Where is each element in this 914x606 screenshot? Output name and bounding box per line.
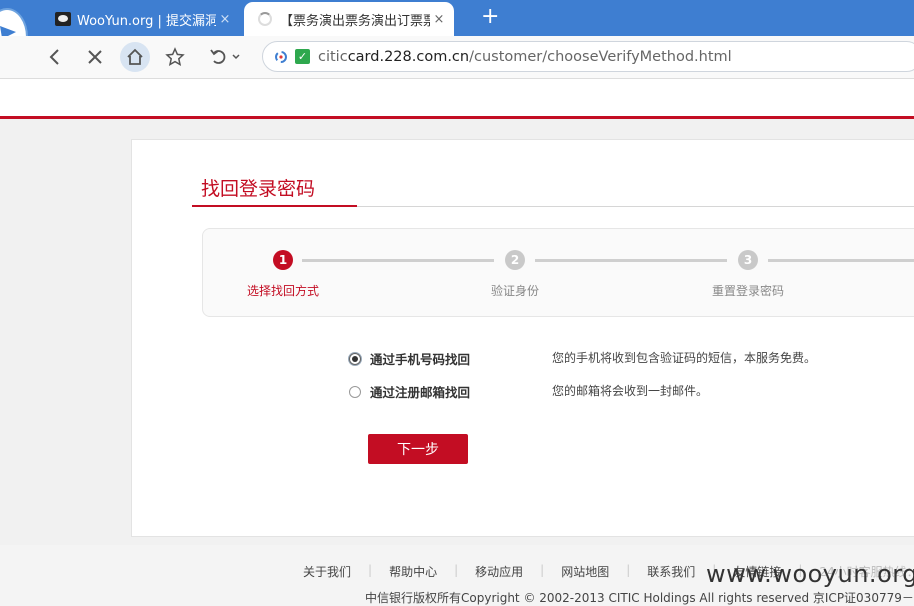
tab-close-icon[interactable]: × (430, 12, 448, 27)
step-connector (768, 259, 914, 262)
watermark-text: www.wooyun.org (706, 560, 914, 588)
security-check-icon: ✓ (295, 49, 310, 64)
option-email-label[interactable]: 通过注册邮箱找回 (370, 382, 470, 401)
option-phone-label[interactable]: 通过手机号码找回 (370, 349, 470, 368)
undo-close-button[interactable] (206, 42, 246, 72)
footer-link-sitemap[interactable]: 网站地图 (561, 563, 609, 580)
back-button[interactable] (40, 42, 70, 72)
tab-wooyun[interactable]: WooYun.org | 提交漏洞 × (45, 2, 240, 36)
undo-icon (210, 49, 240, 64)
option-phone-desc: 您的手机将收到包含验证码的短信，本服务免费。 (552, 351, 817, 365)
home-button[interactable] (120, 42, 150, 72)
radio-phone[interactable] (349, 352, 361, 365)
step-connector (302, 259, 494, 262)
step-connector (535, 259, 727, 262)
browser-tab-bar: WooYun.org | 提交漏洞 × 【票务演出票务演出订票票 × + (0, 0, 914, 66)
progress-steps (202, 228, 914, 317)
wooyun-favicon-icon (55, 12, 71, 26)
favorite-button[interactable] (160, 42, 190, 72)
step-3-number: 3 (738, 250, 758, 270)
browser-mark-icon (275, 50, 287, 63)
step-2-number: 2 (505, 250, 525, 270)
step-1-number: 1 (273, 250, 293, 270)
footer-link-help[interactable]: 帮助中心 (389, 563, 437, 580)
next-step-button[interactable]: 下一步 (368, 434, 468, 464)
footer-link-contact[interactable]: 联系我们 (647, 563, 695, 580)
page-title: 找回登录密码 (201, 178, 316, 200)
back-arrow-icon (49, 49, 59, 65)
option-email-desc: 您的邮箱将会收到一封邮件。 (552, 384, 709, 398)
loading-spinner-icon (258, 12, 272, 26)
tab-current[interactable]: 【票务演出票务演出订票票 × (244, 2, 454, 36)
url-text[interactable]: citiccard.228.com.cn/customer/chooseVeri… (318, 49, 732, 65)
star-icon (165, 47, 185, 66)
footer-link-mobile[interactable]: 移动应用 (475, 563, 523, 580)
step-3-label: 重置登录密码 (711, 284, 785, 298)
copyright-text: 中信银行版权所有Copyright © 2002-2013 CITIC Hold… (365, 591, 914, 605)
option-email[interactable]: 通过注册邮箱找回 (349, 382, 470, 401)
site-header (0, 79, 914, 116)
step-2-label: 验证身份 (490, 284, 540, 298)
tab-title: WooYun.org | 提交漏洞 (77, 13, 216, 29)
radio-email[interactable] (349, 385, 361, 398)
tab-title: 【票务演出票务演出订票票 (280, 13, 430, 29)
footer-link-about[interactable]: 关于我们 (303, 563, 351, 580)
option-phone[interactable]: 通过手机号码找回 (349, 349, 470, 368)
close-x-icon (88, 50, 102, 64)
address-bar[interactable]: ✓ citiccard.228.com.cn/customer/chooseVe… (262, 41, 914, 72)
title-underline (192, 205, 357, 207)
new-tab-button[interactable]: + (481, 4, 499, 29)
stop-button[interactable] (80, 42, 110, 72)
home-icon (127, 48, 143, 65)
step-1-label: 选择找回方式 (246, 284, 320, 298)
tab-close-icon[interactable]: × (216, 12, 234, 27)
browser-toolbar: ✓ citiccard.228.com.cn/customer/chooseVe… (0, 36, 914, 79)
